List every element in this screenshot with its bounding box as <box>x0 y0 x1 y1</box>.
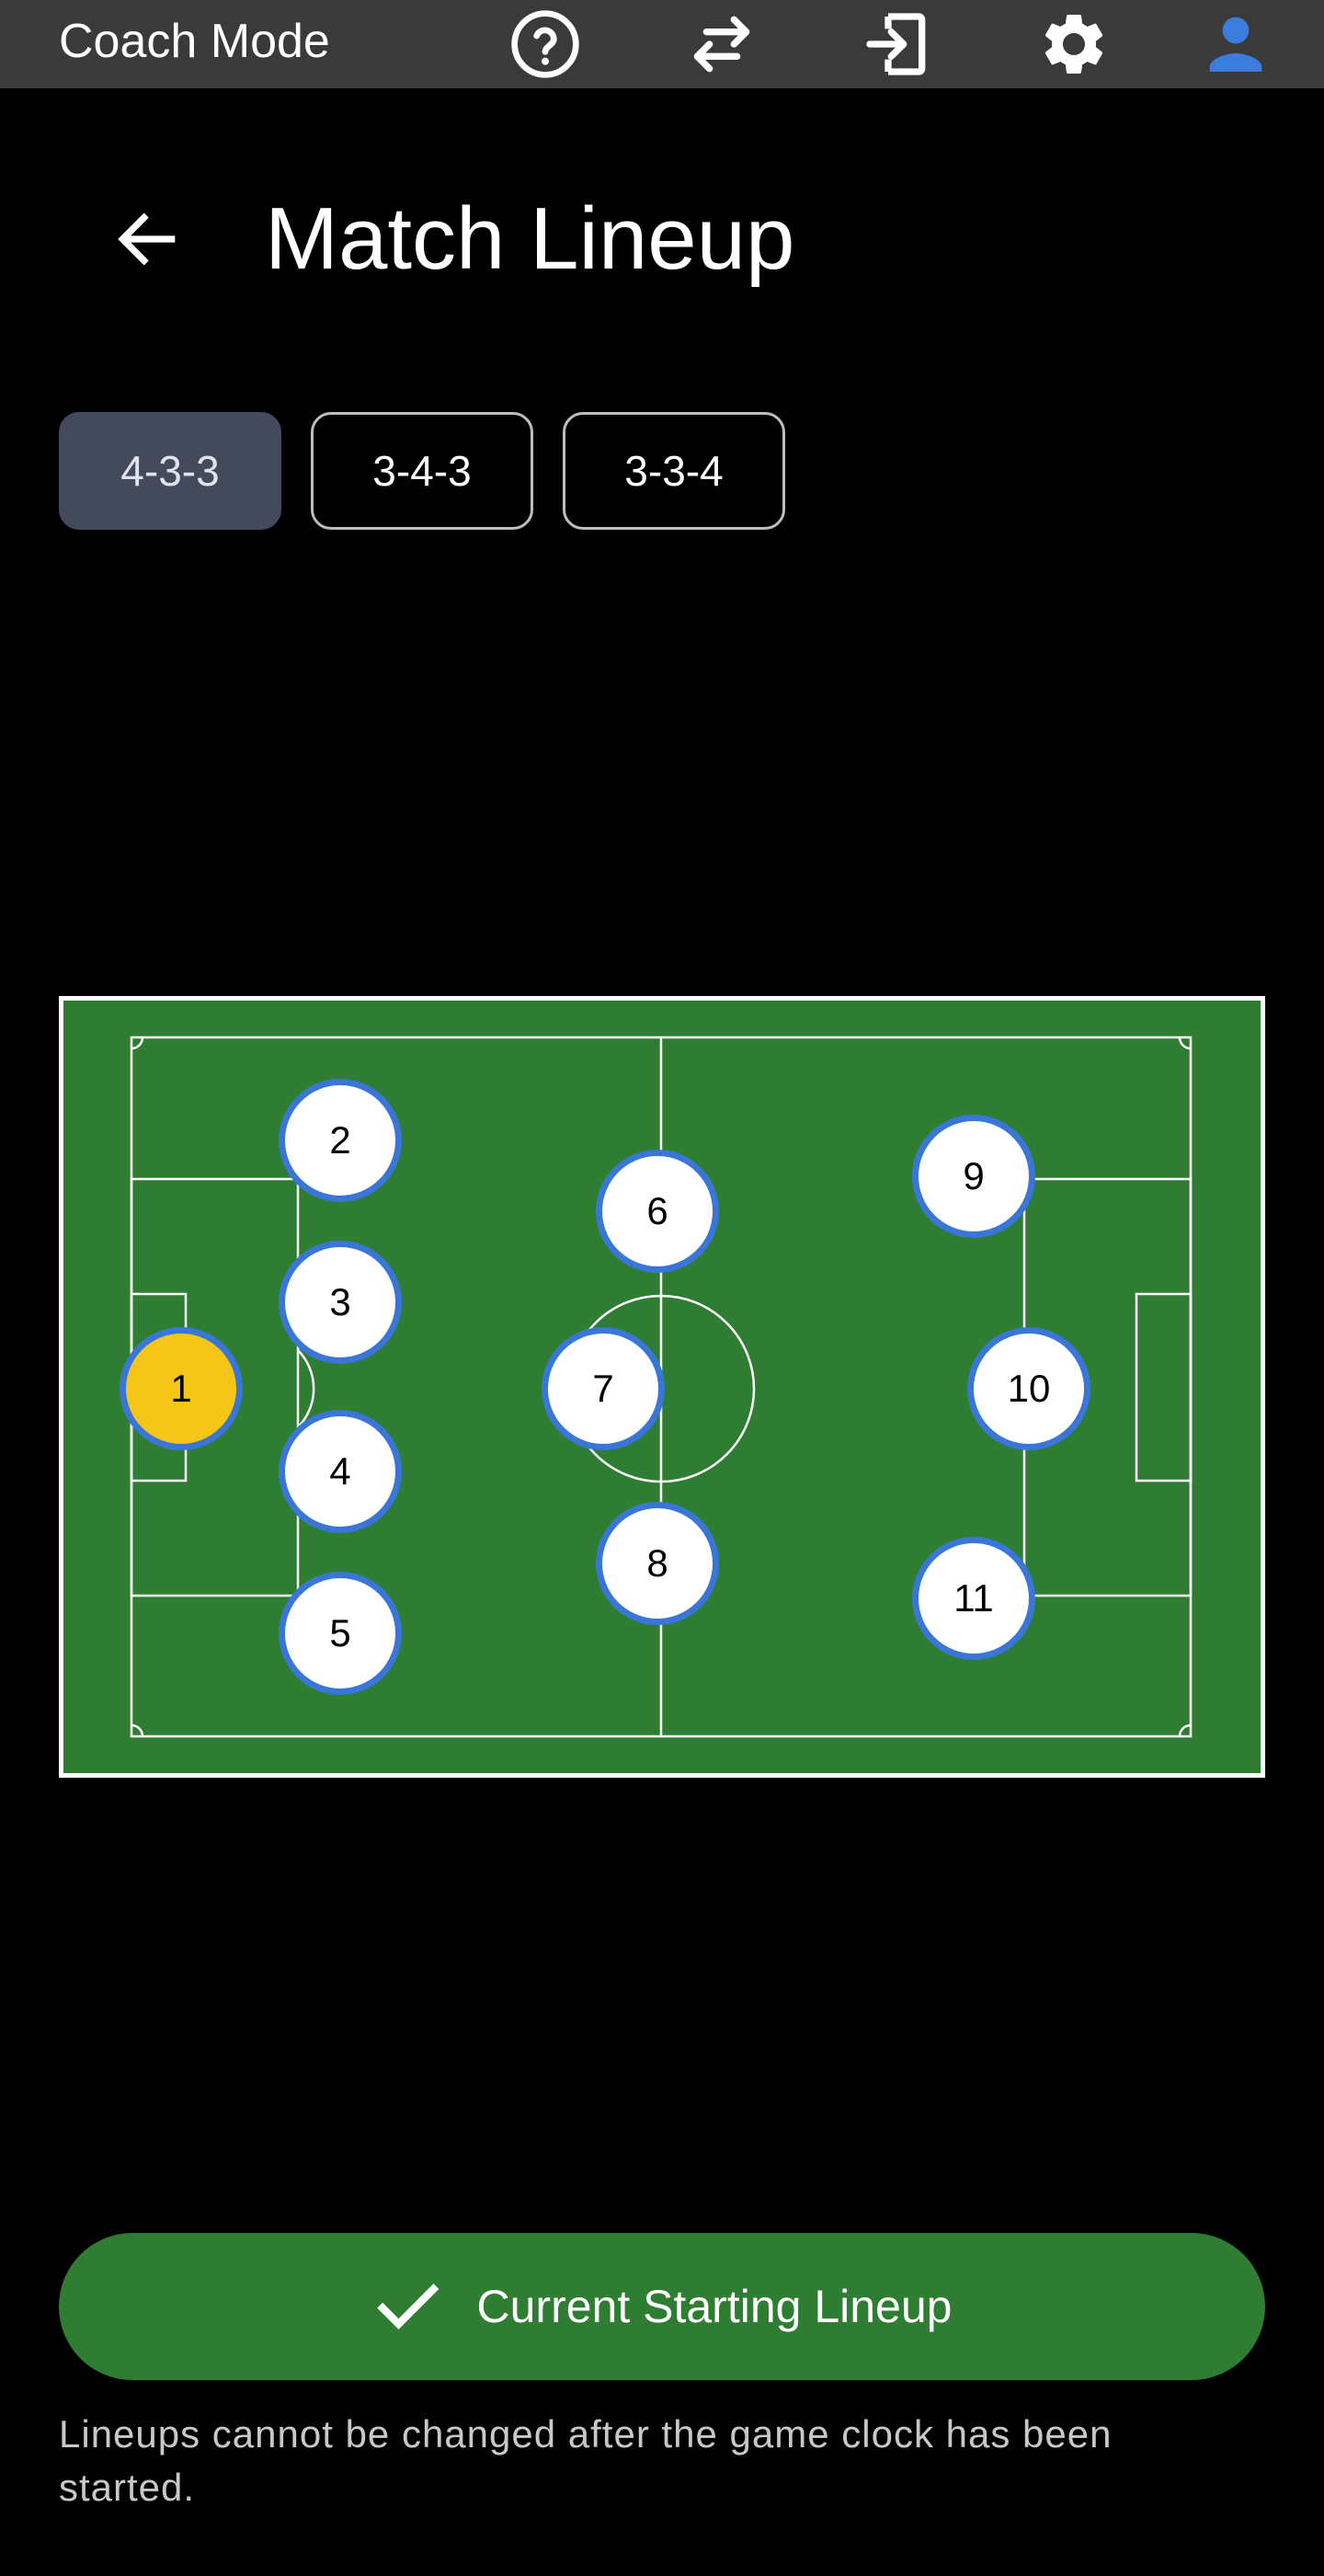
formation-chip-3-4-3[interactable]: 3-4-3 <box>311 412 533 530</box>
page-title: Match Lineup <box>265 189 795 288</box>
player-marker[interactable]: 9 <box>912 1115 1035 1238</box>
lineup-lock-notice: Lineups cannot be changed after the game… <box>59 2412 1113 2509</box>
player-marker[interactable]: 2 <box>279 1079 402 1202</box>
formation-selector: 4-3-3 3-4-3 3-3-4 <box>59 412 785 530</box>
player-marker[interactable]: 8 <box>596 1502 719 1625</box>
current-starting-lineup-button[interactable]: Current Starting Lineup <box>59 2233 1265 2380</box>
player-marker[interactable]: 7 <box>542 1327 665 1450</box>
swap-icon[interactable] <box>685 7 759 81</box>
player-marker[interactable]: 6 <box>596 1150 719 1273</box>
player-marker-goalkeeper[interactable]: 1 <box>120 1327 243 1450</box>
formation-chip-4-3-3[interactable]: 4-3-3 <box>59 412 281 530</box>
account-icon[interactable] <box>1199 7 1273 81</box>
player-marker[interactable]: 4 <box>279 1410 402 1533</box>
player-marker[interactable]: 11 <box>912 1537 1035 1660</box>
arrow-back-icon <box>118 212 176 266</box>
back-button[interactable] <box>101 193 193 285</box>
settings-icon[interactable] <box>1037 7 1111 81</box>
app-title: Coach Mode <box>59 15 330 68</box>
help-icon[interactable] <box>508 7 582 81</box>
player-marker[interactable]: 10 <box>967 1327 1090 1450</box>
formation-chip-3-3-4[interactable]: 3-3-4 <box>563 412 785 530</box>
soccer-pitch: 1 2 3 4 5 6 7 8 9 10 11 <box>59 996 1265 1778</box>
check-icon <box>376 2284 439 2330</box>
top-app-bar: Coach Mode <box>0 0 1324 88</box>
player-marker[interactable]: 5 <box>279 1572 402 1695</box>
exit-icon[interactable] <box>861 7 934 81</box>
confirm-label: Current Starting Lineup <box>476 2281 953 2332</box>
player-marker[interactable]: 3 <box>279 1241 402 1364</box>
